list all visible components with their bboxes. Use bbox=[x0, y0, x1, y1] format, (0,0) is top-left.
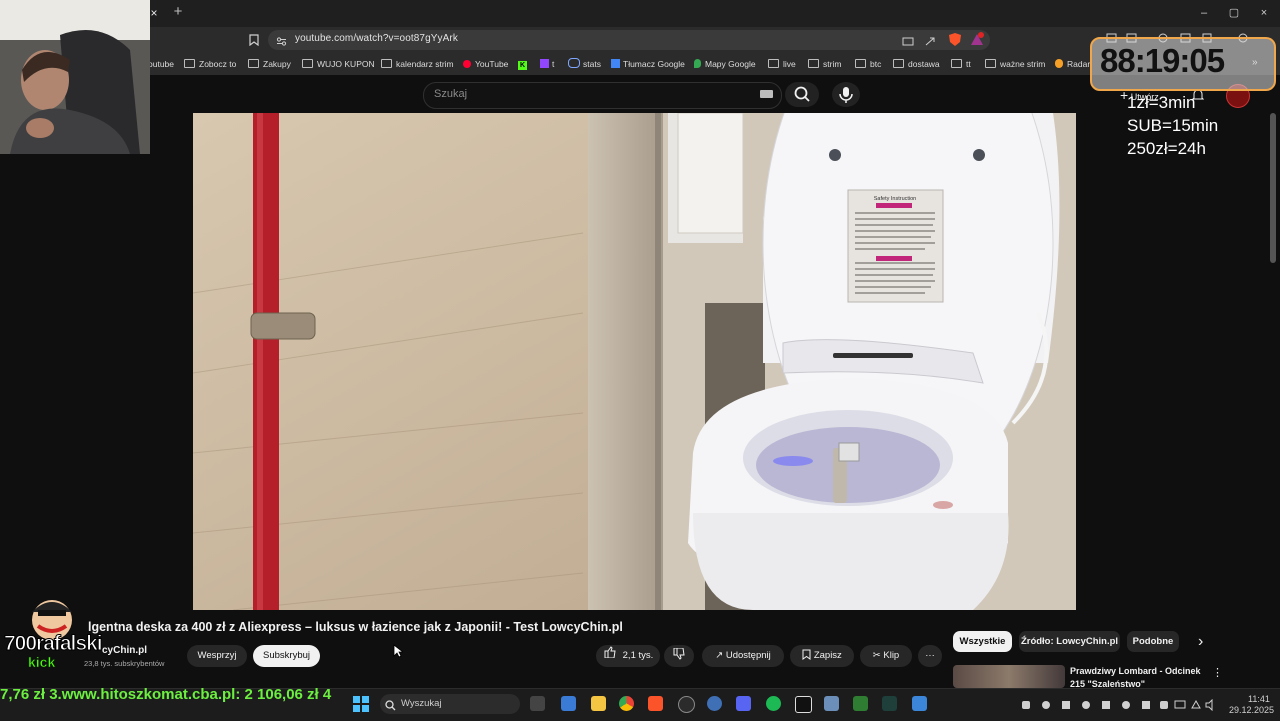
bookmark-folder[interactable]: Zakupy bbox=[248, 57, 291, 71]
brave-shield-icon[interactable] bbox=[948, 32, 962, 47]
share-arrow-icon: ↗ bbox=[715, 650, 724, 661]
app-icon[interactable] bbox=[707, 696, 722, 711]
spotify-icon[interactable] bbox=[766, 696, 781, 711]
notepad-icon[interactable] bbox=[912, 696, 927, 711]
brave-rewards-icon[interactable] bbox=[970, 32, 984, 47]
video-player[interactable]: Safety Instruction bbox=[193, 113, 1076, 610]
bookmark-folder[interactable]: btc bbox=[855, 57, 881, 71]
url-text: youtube.com/watch?v=oot87gYyArk bbox=[295, 33, 458, 44]
site-info-icon[interactable] bbox=[276, 34, 287, 46]
webcam-image bbox=[0, 0, 150, 154]
bookmark-star-icon[interactable] bbox=[249, 33, 259, 47]
donation-ticker: 7,76 zł 3.www.hitoszkomat.cba.pl: 2 106,… bbox=[0, 686, 332, 703]
obs-icon[interactable] bbox=[678, 696, 695, 713]
streamer-name: 700rafalski bbox=[4, 632, 104, 656]
search-icon bbox=[794, 86, 810, 102]
file-explorer-icon[interactable] bbox=[591, 696, 606, 711]
browser-tab-strip bbox=[0, 0, 1280, 27]
keyboard-icon[interactable] bbox=[760, 90, 773, 98]
bookmark-maps[interactable]: Mapy Google bbox=[694, 57, 756, 71]
new-tab-button[interactable]: + bbox=[170, 4, 186, 20]
excel-icon[interactable] bbox=[853, 696, 868, 711]
bookmark-folder[interactable]: dostawa bbox=[893, 57, 940, 71]
like-button[interactable]: 2,1 tys. bbox=[596, 645, 660, 667]
thumbs-up-icon bbox=[604, 645, 616, 667]
network-volume-icons[interactable] bbox=[1174, 698, 1214, 712]
bookmark-folder[interactable]: WUJO KUPON bbox=[302, 57, 375, 71]
app-icon-2[interactable] bbox=[882, 696, 897, 711]
minimize-button[interactable]: – bbox=[1195, 5, 1213, 21]
recommended-title[interactable]: Prawdziwy Lombard - Odcinek bbox=[1070, 666, 1201, 676]
video-frame: Safety Instruction bbox=[193, 113, 1076, 610]
store-icon[interactable] bbox=[561, 696, 576, 711]
chip-source[interactable]: Źródło: LowcyChin.pl bbox=[1019, 631, 1120, 652]
recommended-thumbnail[interactable] bbox=[953, 665, 1065, 688]
page-scrollbar[interactable] bbox=[1270, 113, 1276, 263]
taskbar-search-icon bbox=[385, 698, 396, 711]
sub-rule: SUB=15min bbox=[1127, 116, 1219, 135]
share-icon[interactable] bbox=[924, 34, 936, 46]
clip-button[interactable]: ✂ Klip bbox=[860, 645, 912, 667]
save-button[interactable]: Zapisz bbox=[790, 645, 854, 667]
bookmark-item[interactable]: outube bbox=[148, 57, 174, 71]
windows-start-icon[interactable] bbox=[353, 696, 369, 712]
bookmark-item[interactable]: t bbox=[540, 57, 554, 71]
timer-value: 88:19:05 bbox=[1100, 42, 1225, 79]
taskbar-search-placeholder: Wyszukaj bbox=[401, 698, 442, 709]
maximize-button[interactable]: ▢ bbox=[1225, 5, 1243, 21]
subscribe-button[interactable]: Subskrybuj bbox=[253, 645, 320, 667]
recommended-menu-icon[interactable]: ⋮ bbox=[1212, 666, 1223, 679]
bookmark-translate[interactable]: Tłumacz Google bbox=[611, 57, 685, 71]
discord-icon[interactable] bbox=[736, 696, 751, 711]
clock-time: 11:41 bbox=[1248, 694, 1270, 704]
kick-bookmark-icon[interactable]: K bbox=[518, 57, 527, 71]
search-placeholder: Szukaj bbox=[434, 88, 468, 100]
bookmark-folder[interactable]: tt bbox=[951, 57, 971, 71]
webcam-overlay bbox=[0, 0, 150, 154]
mouse-cursor bbox=[393, 644, 405, 658]
more-actions-button[interactable]: ··· bbox=[918, 645, 942, 667]
video-sign-text: Safety Instruction bbox=[874, 196, 917, 202]
task-view-icon[interactable] bbox=[530, 696, 545, 711]
calculator-icon[interactable] bbox=[824, 696, 839, 711]
search-input[interactable] bbox=[423, 82, 782, 109]
thumbs-down-icon bbox=[673, 647, 685, 661]
brave-icon[interactable] bbox=[648, 696, 663, 711]
bookmark-youtube[interactable]: YouTube bbox=[463, 57, 508, 71]
bookmark-folder[interactable]: strim bbox=[808, 57, 841, 71]
cast-icon[interactable] bbox=[902, 34, 914, 46]
recommended-title-line2[interactable]: 215 "Szaleństwo" bbox=[1070, 679, 1145, 688]
scissors-icon: ✂ bbox=[872, 650, 881, 661]
bookmark-folder[interactable]: live bbox=[768, 57, 796, 71]
video-title: lgentna deska za 400 zł z Aliexpress – l… bbox=[88, 620, 623, 634]
bookmark-item[interactable]: Radar bbox=[1055, 57, 1090, 71]
support-button[interactable]: Wesprzyj bbox=[187, 645, 247, 667]
chrome-icon[interactable] bbox=[619, 696, 634, 711]
kick-logo: kick bbox=[28, 654, 56, 671]
channel-name[interactable]: cyChin.pl bbox=[102, 645, 147, 656]
close-window-button[interactable]: × bbox=[1255, 5, 1273, 21]
chip-related[interactable]: Podobne bbox=[1127, 631, 1179, 652]
bookmark-folder[interactable]: kalendarz strim bbox=[381, 57, 454, 71]
clock-date: 29.12.2025 bbox=[1229, 705, 1275, 715]
donation-rule: 1zł=3min bbox=[1127, 93, 1196, 112]
chips-next-icon[interactable]: › bbox=[1198, 633, 1203, 651]
system-tray-icons[interactable] bbox=[1020, 698, 1170, 710]
bookmark-stats[interactable]: stats bbox=[568, 57, 601, 71]
share-button[interactable]: ↗ Udostępnij bbox=[702, 645, 784, 667]
day-rule: 250zł=24h bbox=[1127, 139, 1206, 158]
bookmark-folder[interactable]: ważne strim bbox=[985, 57, 1045, 71]
media-app-icon[interactable] bbox=[795, 696, 812, 713]
dislike-button[interactable] bbox=[664, 645, 694, 667]
save-icon bbox=[802, 649, 811, 661]
bookmark-folder[interactable]: Zobocz to bbox=[184, 57, 236, 71]
search-button[interactable] bbox=[785, 82, 819, 107]
voice-search-button[interactable] bbox=[832, 82, 860, 107]
like-count: 2,1 tys. bbox=[622, 650, 654, 661]
microphone-icon bbox=[839, 87, 853, 103]
chip-all[interactable]: Wszystkie bbox=[953, 631, 1012, 652]
